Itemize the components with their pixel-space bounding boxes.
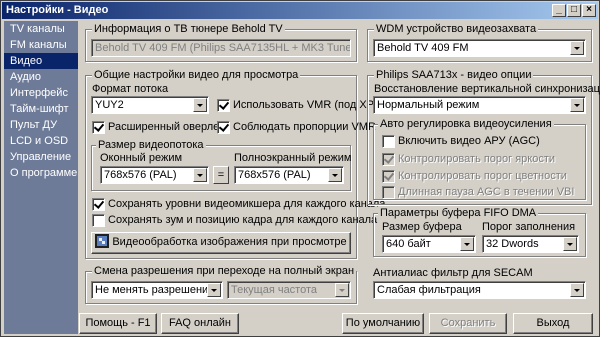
keep-aspect-vmr-checkbox[interactable] — [217, 121, 230, 134]
general-video-title: Общие настройки видео для просмотра — [92, 68, 301, 82]
windowed-mode-value: 768x576 (PAL) — [104, 169, 177, 181]
chevron-down-icon[interactable] — [193, 98, 207, 112]
fill-threshold-select[interactable]: 32 Dwords — [482, 235, 579, 253]
chevron-down-icon[interactable] — [207, 283, 221, 297]
chevron-down-icon[interactable] — [563, 237, 577, 251]
fifo-dma-title: Параметры буфера FIFO DMA — [378, 206, 539, 220]
use-vmr-label: Использовать VMR (под XP) — [233, 99, 378, 111]
agc-brightness-label: Контролировать порог яркости — [398, 153, 556, 165]
use-vmr-checkbox[interactable] — [217, 99, 230, 112]
buffer-size-value: 640 байт — [386, 238, 431, 250]
stream-format-label: Формат потока — [92, 83, 169, 95]
tuner-info-title: Информация о ТВ тюнере Behold TV — [92, 22, 285, 36]
agc-long-pause-checkbox — [382, 186, 395, 199]
chevron-down-icon[interactable] — [570, 283, 584, 297]
video-stream-size-group: Размер видеопотока Оконный режим 768x576… — [91, 138, 352, 191]
vsync-label: Восстановление вертикальной синхронизаци… — [374, 83, 600, 95]
save-button: Сохранить — [429, 313, 507, 334]
tuner-info-field: Behold TV 409 FM (Philips SAA7135HL + MK… — [91, 39, 351, 57]
fifo-dma-group: Параметры буфера FIFO DMA Размер буфера … — [373, 206, 586, 257]
extended-overlay-checkbox[interactable] — [92, 121, 105, 134]
sidebar: TV каналы FM каналы Видео Аудио Интерфей… — [4, 21, 78, 334]
refresh-rate-select: Текущая частота — [227, 281, 351, 299]
secam-filter-value: Слабая фильтрация — [377, 284, 481, 296]
general-video-group: Общие настройки видео для просмотра Форм… — [85, 68, 385, 259]
sidebar-item-about[interactable]: О программе — [4, 165, 78, 181]
windowed-mode-select[interactable]: 768x576 (PAL) — [100, 166, 209, 184]
sidebar-item-fm-channels[interactable]: FM каналы — [4, 37, 78, 53]
wdm-device-value: Behold TV 409 FM — [377, 42, 469, 54]
video-processing-button[interactable]: Видеообработка изображения при просмотре — [91, 232, 351, 254]
wdm-title: WDM устройство видеозахвата — [374, 22, 539, 36]
chevron-down-icon[interactable] — [328, 168, 342, 182]
resolution-change-title: Смена разрешения при переходе на полный … — [92, 264, 357, 278]
maximize-icon[interactable]: □ — [567, 4, 581, 17]
agc-color-checkbox — [382, 170, 395, 183]
wdm-group: WDM устройство видеозахвата Behold TV 40… — [367, 22, 592, 62]
sidebar-item-interface[interactable]: Интерфейс — [4, 85, 78, 101]
sidebar-item-remote[interactable]: Пульт ДУ — [4, 117, 78, 133]
extended-overlay-label: Расширенный оверлей — [108, 121, 226, 133]
defaults-button[interactable]: По умолчанию — [342, 313, 424, 334]
vsync-select[interactable]: Нормальный режим — [373, 96, 586, 114]
fill-threshold-value: 32 Dwords — [486, 238, 539, 250]
philips-options-group: Philips SAA713x - видео опции Восстановл… — [367, 68, 600, 205]
agc-enable-label: Включить видео АРУ (AGC) — [398, 135, 540, 147]
save-mixer-checkbox[interactable] — [92, 198, 105, 211]
refresh-rate-value: Текущая частота — [231, 284, 318, 296]
secam-filter-select[interactable]: Слабая фильтрация — [373, 281, 586, 299]
agc-color-label: Контролировать порог цветности — [398, 170, 567, 182]
philips-options-title: Philips SAA713x - видео опции — [374, 68, 534, 82]
agc-brightness-checkbox — [382, 153, 395, 166]
fullscreen-mode-value: 768x576 (PAL) — [238, 169, 311, 181]
faq-online-button[interactable]: FAQ онлайн — [161, 313, 239, 334]
windowed-mode-label: Оконный режим — [100, 152, 183, 164]
buffer-size-select[interactable]: 640 байт — [382, 235, 476, 253]
save-zoom-checkbox[interactable] — [92, 214, 105, 227]
buffer-size-label: Размер буфера — [382, 221, 462, 233]
chevron-down-icon — [335, 283, 349, 297]
stream-format-value: YUY2 — [95, 99, 124, 111]
sidebar-item-timeshift[interactable]: Тайм-шифт — [4, 101, 78, 117]
resolution-mode-select[interactable]: Не менять разрешение — [91, 281, 223, 299]
keep-aspect-vmr-label: Соблюдать пропорции VMR — [233, 121, 376, 133]
save-zoom-label: Сохранять зум и позицию кадра для каждог… — [108, 214, 378, 226]
settings-window: Настройки - Видео _ □ × TV каналы FM кан… — [0, 0, 600, 337]
exit-button[interactable]: Выход — [513, 313, 593, 334]
agc-long-pause-label: Длинная пауза AGC в течении VBI — [398, 186, 575, 198]
resolution-mode-value: Не менять разрешение — [95, 284, 215, 296]
fullscreen-mode-select[interactable]: 768x576 (PAL) — [234, 166, 344, 184]
stream-format-select[interactable]: YUY2 — [91, 96, 209, 114]
link-equal-button[interactable]: = — [213, 166, 229, 184]
agc-enable-checkbox[interactable] — [382, 135, 395, 148]
sidebar-item-video[interactable]: Видео — [4, 53, 78, 69]
save-mixer-label: Сохранять уровни видеомикшера для каждог… — [108, 198, 386, 210]
video-processing-icon — [95, 234, 110, 248]
chevron-down-icon[interactable] — [460, 237, 474, 251]
wdm-device-select[interactable]: Behold TV 409 FM — [373, 39, 586, 57]
agc-title: Авто регулировка видеоусиления — [378, 117, 554, 131]
sidebar-item-control[interactable]: Управление — [4, 149, 78, 165]
agc-group: Авто регулировка видеоусиления Включить … — [373, 117, 586, 200]
minimize-icon[interactable]: _ — [552, 4, 566, 17]
fullscreen-mode-label: Полноэкранный режим — [234, 152, 352, 164]
title-bar: Настройки - Видео _ □ × — [2, 2, 598, 19]
video-stream-size-title: Размер видеопотока — [96, 138, 206, 152]
sidebar-item-audio[interactable]: Аудио — [4, 69, 78, 85]
vsync-value: Нормальный режим — [377, 99, 480, 111]
secam-filter-label: Антиалиас фильтр для SECAM — [373, 267, 533, 279]
video-processing-label: Видеообработка изображения при просмотре — [112, 236, 347, 248]
close-icon[interactable]: × — [582, 4, 596, 17]
fill-threshold-label: Порог заполнения — [482, 221, 576, 233]
help-button[interactable]: Помощь - F1 — [79, 313, 157, 334]
chevron-down-icon[interactable] — [193, 168, 207, 182]
tuner-info-group: Информация о ТВ тюнере Behold TV Behold … — [85, 22, 357, 62]
chevron-down-icon[interactable] — [570, 98, 584, 112]
sidebar-item-lcd-osd[interactable]: LCD и OSD — [4, 133, 78, 149]
sidebar-item-tv-channels[interactable]: TV каналы — [4, 21, 78, 37]
resolution-change-group: Смена разрешения при переходе на полный … — [85, 264, 357, 304]
window-title: Настройки - Видео — [6, 4, 109, 16]
chevron-down-icon[interactable] — [570, 41, 584, 55]
